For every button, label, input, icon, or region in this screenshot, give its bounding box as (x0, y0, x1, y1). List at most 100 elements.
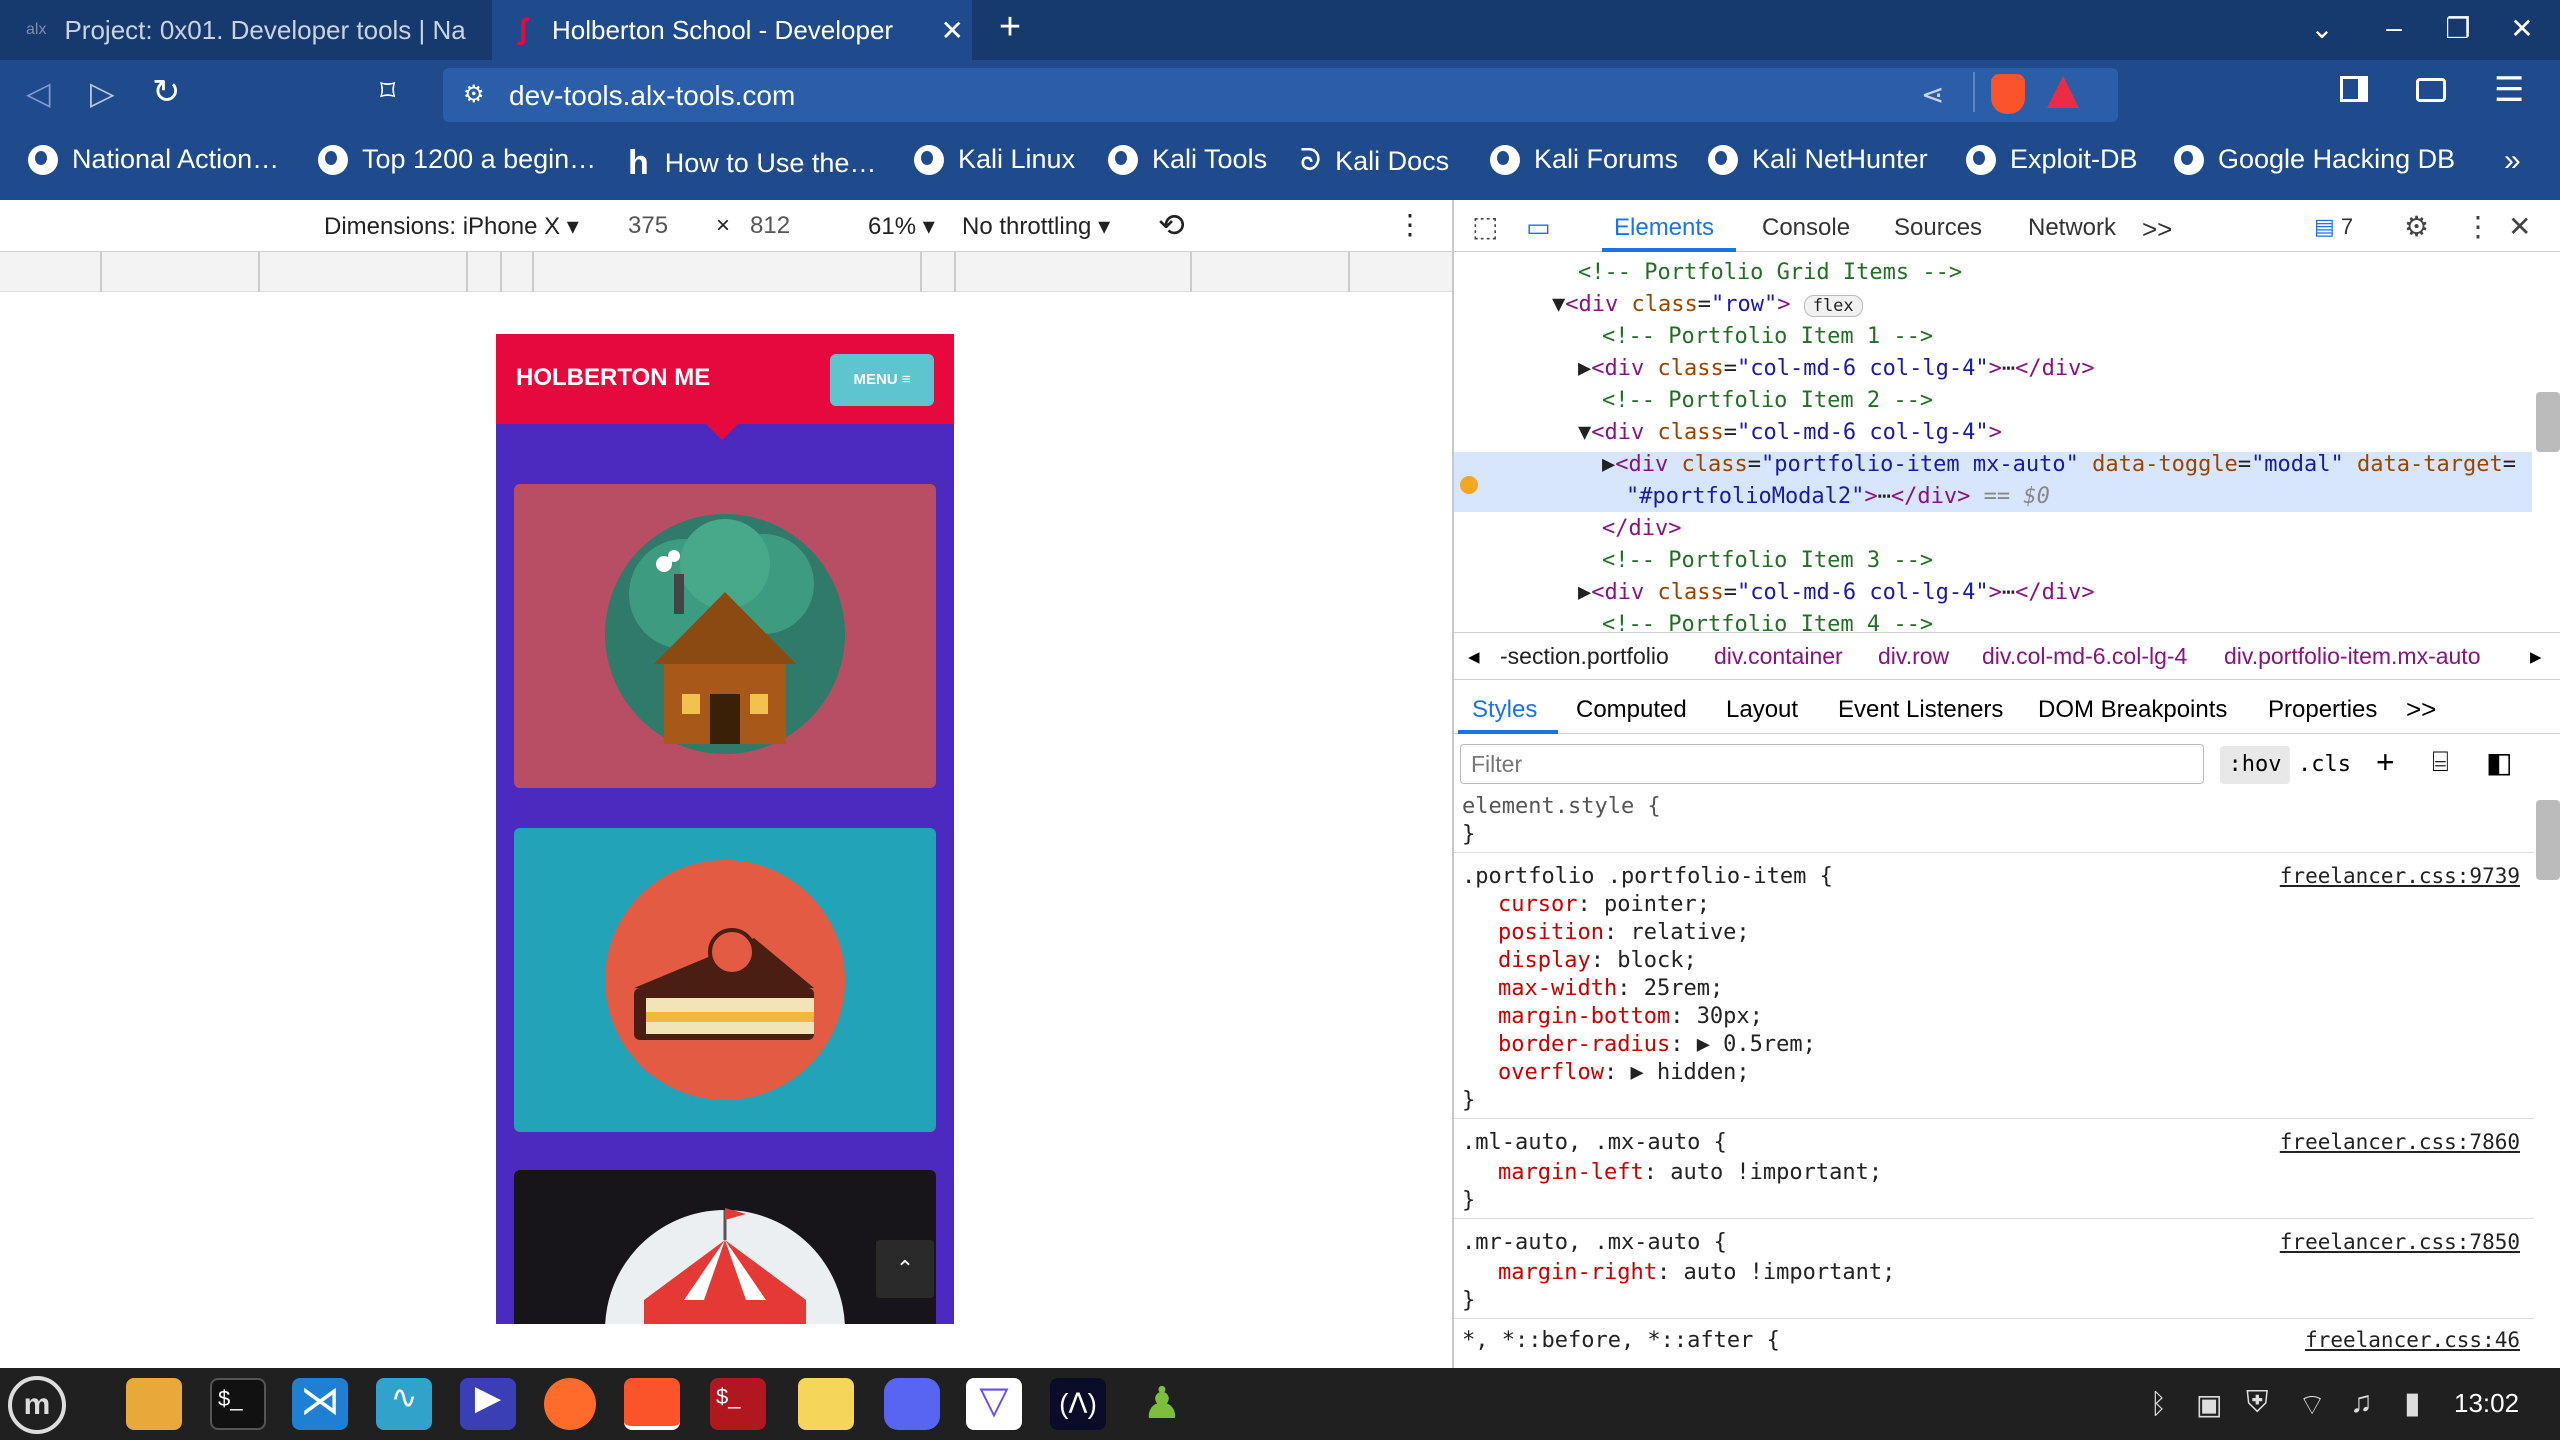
source-link[interactable]: freelancer.css:46 (2305, 1328, 2520, 1352)
clock[interactable]: 13:02 (2454, 1388, 2519, 1419)
close-devtools-icon[interactable]: ✕ (2508, 210, 2531, 243)
css-declaration[interactable]: max-width: 25rem; (1498, 976, 1723, 1001)
brave-rewards-icon[interactable] (2047, 76, 2079, 108)
device-select[interactable]: Dimensions: iPhone X ▾ (324, 212, 579, 241)
tab-list-chevron-icon[interactable]: ⌄ (2302, 12, 2342, 45)
breadcrumb-item[interactable]: div.container (1714, 643, 1843, 670)
bookmark-item[interactable]: Kali Tools (1108, 144, 1267, 175)
dom-line[interactable]: <!-- Portfolio Grid Items --> (1578, 260, 1962, 285)
forward-icon[interactable]: ▷ (90, 74, 115, 112)
clipboard-icon[interactable]: ▣ (2196, 1388, 2222, 1421)
paint-brush-icon[interactable]: ⌸ (2432, 746, 2449, 779)
bookmark-item[interactable]: Kali Linux (914, 144, 1075, 175)
close-tab-icon[interactable]: ✕ (941, 14, 964, 47)
tab-network[interactable]: Network (2028, 214, 2116, 242)
minimize-button[interactable]: – (2374, 12, 2414, 44)
dom-line[interactable]: ▼<div class="col-md-6 col-lg-4"> (1578, 420, 2002, 445)
sidebar-icon[interactable] (2340, 76, 2368, 102)
subtab-properties[interactable]: Properties (2268, 696, 2377, 724)
more-tabs-button[interactable]: >> (2142, 214, 2172, 245)
sound-icon[interactable]: ♫ (2350, 1386, 2373, 1420)
css-declaration[interactable]: margin-bottom: 30px; (1498, 1004, 1763, 1029)
brave-browser-icon[interactable] (624, 1378, 680, 1430)
subtab-layout[interactable]: Layout (1726, 696, 1798, 724)
css-rules-pane[interactable]: element.style { } .portfolio .portfolio-… (1454, 792, 2534, 1368)
subtab-computed[interactable]: Computed (1576, 696, 1687, 724)
maximize-button[interactable]: ❐ (2438, 12, 2478, 45)
breadcrumb-item[interactable]: div.row (1878, 643, 1949, 670)
more-subtabs-button[interactable]: >> (2406, 694, 2436, 725)
hov-toggle[interactable]: :hov (2220, 746, 2290, 784)
css-declaration[interactable]: margin-right: auto !important; (1498, 1260, 1895, 1285)
cls-toggle[interactable]: .cls (2298, 752, 2351, 777)
dom-line[interactable]: <!-- Portfolio Item 3 --> (1602, 548, 1933, 573)
dom-line[interactable]: <!-- Portfolio Item 2 --> (1602, 388, 1933, 413)
css-declaration[interactable]: overflow: ▶ hidden; (1498, 1060, 1750, 1085)
scroll-to-top-button[interactable]: ⌃ (876, 1240, 934, 1298)
rule-selector[interactable]: *, *::before, *::after { (1462, 1328, 1780, 1353)
styles-filter-input[interactable]: Filter (1460, 744, 2204, 784)
back-icon[interactable]: ◁ (26, 74, 51, 112)
site-brand[interactable]: HOLBERTON ME (516, 364, 710, 392)
toggle-sidebar-icon[interactable]: ◧ (2486, 746, 2512, 779)
rotate-icon[interactable]: ⟲ (1158, 206, 1185, 244)
throttling-select[interactable]: No throttling ▾ (962, 212, 1110, 241)
bookmark-item[interactable]: Top 1200 a begin… (318, 144, 596, 175)
close-window-button[interactable]: ✕ (2502, 12, 2542, 45)
zoom-select[interactable]: 61% ▾ (868, 212, 935, 241)
portfolio-item-circus[interactable]: ⌃ (514, 1170, 936, 1324)
notes-icon[interactable] (798, 1378, 854, 1430)
dom-line[interactable]: <!-- Portfolio Item 1 --> (1602, 324, 1933, 349)
dom-line[interactable]: </div> (1602, 516, 1681, 541)
css-declaration[interactable]: display: block; (1498, 948, 1697, 973)
chess-pawn-icon[interactable]: ♟ (1134, 1378, 1190, 1430)
brave-shields-icon[interactable] (1991, 74, 2025, 114)
freecodecamp-icon[interactable]: (ᐱ) (1050, 1378, 1106, 1430)
issues-counter[interactable]: ▤ 7 (2314, 214, 2353, 240)
menu-button[interactable]: MENU ≡ (830, 354, 934, 406)
inspect-element-icon[interactable]: ⬚ (1472, 210, 1498, 243)
bookmark-icon[interactable]: ⌑ (380, 74, 395, 109)
subtab-styles[interactable]: Styles (1472, 696, 1537, 724)
dom-scrollbar[interactable] (2536, 392, 2560, 452)
devtools-menu-icon[interactable]: ⋮ (2464, 210, 2492, 243)
breadcrumb-right-icon[interactable]: ▸ (2530, 643, 2542, 670)
dom-line[interactable]: ▼<div class="row"> flex (1552, 292, 1863, 317)
dom-line-selected[interactable]: ▶<div class="portfolio-item mx-auto" dat… (1602, 452, 2516, 477)
portfolio-item-cake[interactable] (514, 828, 936, 1132)
bluetooth-icon[interactable]: ᛒ (2150, 1388, 2167, 1420)
settings-gear-icon[interactable]: ⚙ (2404, 210, 2429, 243)
subtab-dom-breakpoints[interactable]: DOM Breakpoints (2038, 696, 2227, 724)
source-link[interactable]: freelancer.css:7860 (2280, 1130, 2520, 1154)
css-declaration[interactable]: border-radius: ▶ 0.5rem; (1498, 1032, 1816, 1057)
dom-line-selected-cont[interactable]: "#portfolioModal2">⋯</div> == $0 (1626, 484, 2050, 509)
tab-console[interactable]: Console (1762, 214, 1850, 242)
subtab-event-listeners[interactable]: Event Listeners (1838, 696, 2003, 724)
rule-selector[interactable]: .ml-auto, .mx-auto { (1462, 1130, 1727, 1155)
share-icon[interactable]: ⋖ (1921, 78, 1944, 111)
site-settings-icon[interactable]: ⚙ (463, 80, 485, 109)
width-input[interactable]: 375 (628, 212, 668, 240)
bookmark-item[interactable]: Kali Forums (1490, 144, 1678, 175)
vscode-icon[interactable]: ⋊ (292, 1378, 348, 1430)
breadcrumb-item[interactable]: -section.portfolio (1500, 643, 1669, 670)
dom-line[interactable]: ▶<div class="col-md-6 col-lg-4">⋯</div> (1578, 356, 2095, 381)
new-tab-button[interactable]: + (990, 6, 1030, 49)
tab-elements[interactable]: Elements (1614, 214, 1714, 242)
breadcrumb-item[interactable]: div.col-md-6.col-lg-4 (1982, 643, 2187, 670)
height-input[interactable]: 812 (750, 212, 790, 240)
rule-selector[interactable]: element.style { (1462, 794, 1661, 819)
discord-icon[interactable] (884, 1378, 940, 1430)
css-declaration[interactable]: margin-left: auto !important; (1498, 1160, 1882, 1185)
files-icon[interactable] (126, 1378, 182, 1430)
portfolio-item-cabin[interactable] (514, 484, 936, 788)
media-player-icon[interactable]: ▶ (460, 1378, 516, 1430)
css-declaration[interactable]: cursor: pointer; (1498, 892, 1710, 917)
red-terminal-icon[interactable]: $_ (710, 1378, 766, 1430)
tab-holberton[interactable]: ʃ Holberton School - Developer ✕ (492, 0, 972, 60)
proton-vpn-icon[interactable]: ▽ (966, 1378, 1022, 1430)
bookmark-item[interactable]: Exploit-DB (1966, 144, 2138, 175)
main-menu-icon[interactable]: ☰ (2494, 70, 2524, 110)
bookmark-item[interactable]: ᘐ Kali Docs (1300, 144, 1449, 178)
bookmarks-overflow-button[interactable]: » (2504, 144, 2521, 178)
